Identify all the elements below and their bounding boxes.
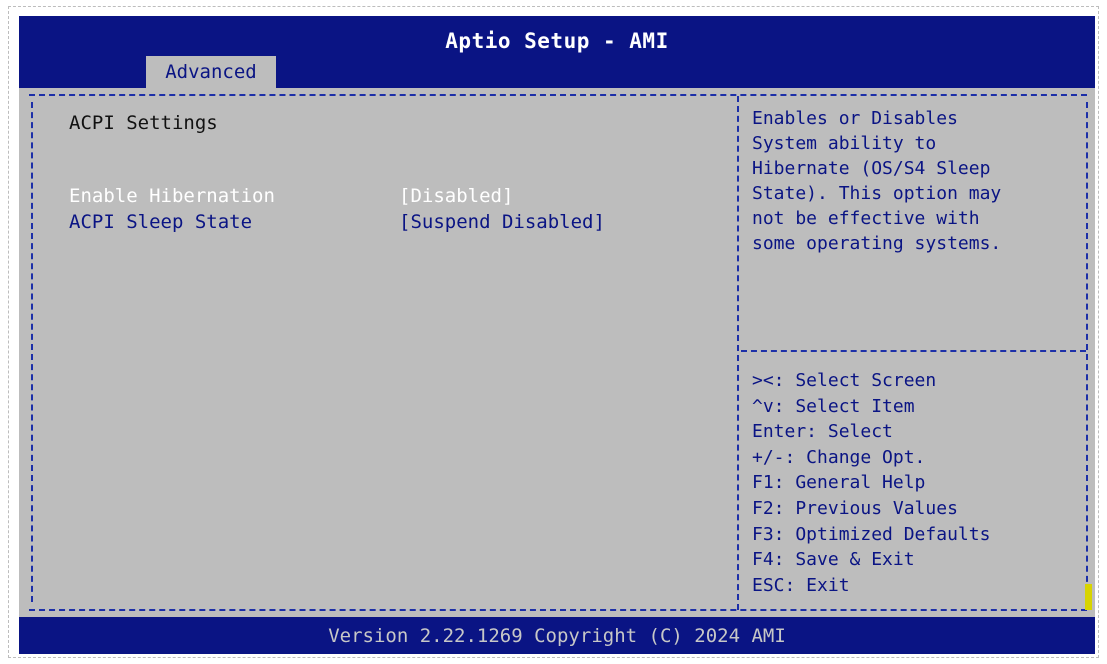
key-select-screen: ><: Select Screen	[752, 370, 937, 391]
settings-panel: ACPI Settings Enable Hibernation [Disabl…	[19, 88, 737, 616]
title-bar: Aptio Setup - AMI Advanced	[19, 16, 1095, 88]
key-save-exit: F4: Save & Exit	[752, 549, 915, 571]
option-label: Enable Hibernation	[69, 185, 275, 207]
right-border	[1086, 102, 1088, 602]
bios-screen: Aptio Setup - AMI Advanced ACPI Settings…	[19, 16, 1095, 654]
app-title: Aptio Setup - AMI	[445, 29, 669, 53]
help-divider	[741, 350, 1086, 352]
key-general-help: F1: General Help	[752, 472, 926, 494]
tab-advanced[interactable]: Advanced	[146, 56, 276, 88]
key-select-item: ^v: Select Item	[752, 395, 915, 417]
option-value[interactable]: [Suspend Disabled]	[399, 211, 605, 233]
scrollbar-thumb[interactable]	[1085, 584, 1092, 610]
help-description: Enables or Disables System ability to Hi…	[752, 108, 1002, 254]
key-legend: ><: Select Screen ^v: Select Item Enter:…	[752, 368, 1082, 598]
key-optimized-defaults: F3: Optimized Defaults	[752, 523, 991, 545]
option-value[interactable]: [Disabled]	[399, 185, 513, 207]
section-title: ACPI Settings	[69, 112, 218, 134]
panel-separator	[737, 96, 739, 610]
option-label: ACPI Sleep State	[69, 211, 253, 233]
key-esc-exit: ESC: Exit	[752, 574, 850, 596]
version-text: Version 2.22.1269 Copyright (C) 2024 AMI	[328, 625, 786, 647]
key-previous-values: F2: Previous Values	[752, 497, 958, 519]
footer-bar: Version 2.22.1269 Copyright (C) 2024 AMI	[19, 617, 1095, 654]
key-enter-select: Enter: Select	[752, 421, 893, 443]
key-change-opt: +/-: Change Opt.	[752, 446, 926, 468]
